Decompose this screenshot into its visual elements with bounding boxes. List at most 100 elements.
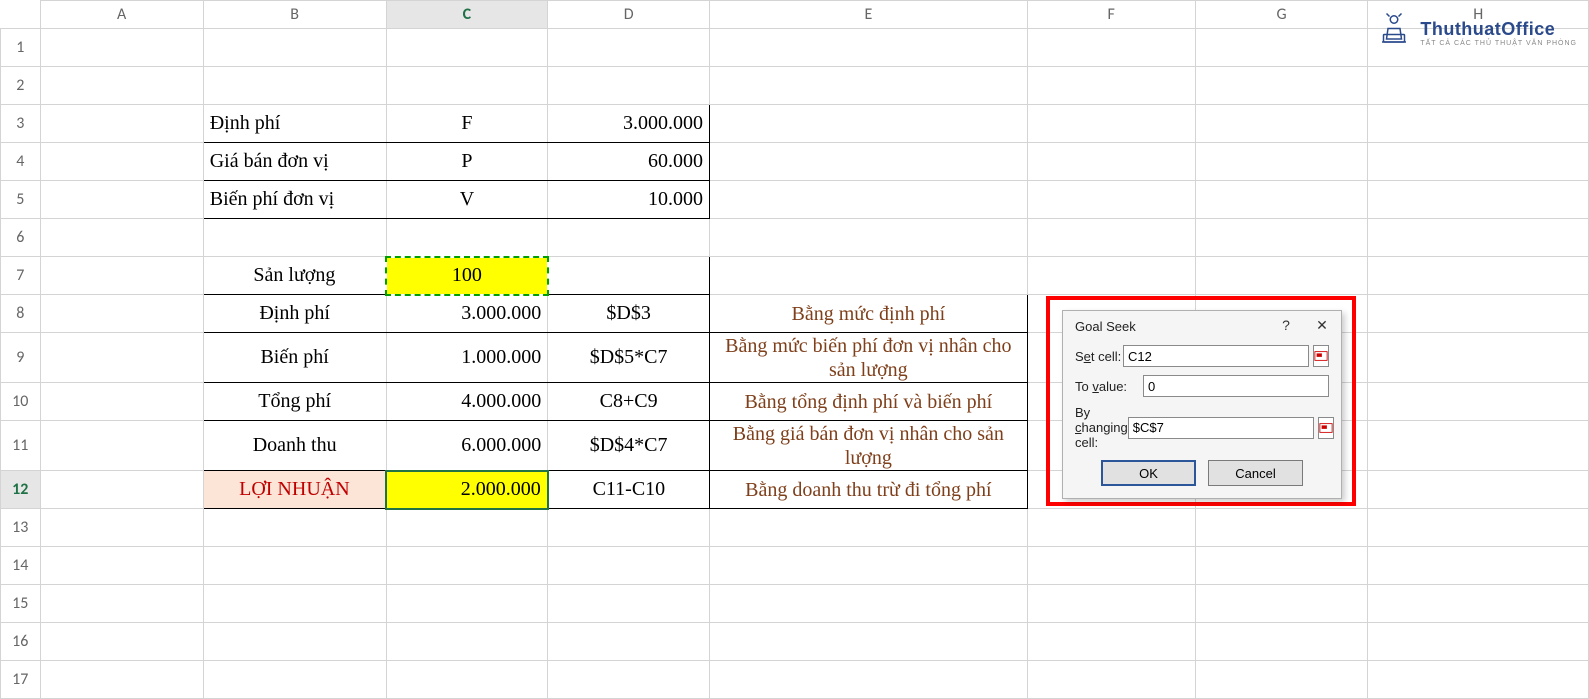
row-header[interactable]: 16 xyxy=(1,623,41,661)
cell[interactable] xyxy=(1368,333,1589,383)
cell[interactable] xyxy=(386,29,548,67)
cell[interactable] xyxy=(548,29,710,67)
cell[interactable] xyxy=(709,67,1027,105)
cell-note[interactable]: Bằng mức biến phí đơn vị nhân cho sản lư… xyxy=(709,333,1027,383)
row-header[interactable]: 10 xyxy=(1,383,41,421)
row-header[interactable]: 13 xyxy=(1,509,41,547)
cell[interactable] xyxy=(386,509,548,547)
cell[interactable] xyxy=(1027,29,1195,67)
select-all-corner[interactable] xyxy=(1,1,41,29)
cell[interactable] xyxy=(386,547,548,585)
cell-note[interactable]: Bằng giá bán đơn vị nhân cho sản lượng xyxy=(709,421,1027,471)
cell[interactable] xyxy=(203,661,386,699)
cell-param-val[interactable]: 60.000 xyxy=(548,143,710,181)
cell[interactable] xyxy=(709,219,1027,257)
cell[interactable] xyxy=(1368,471,1589,509)
cell[interactable] xyxy=(40,295,203,333)
cell[interactable] xyxy=(40,383,203,421)
cell[interactable] xyxy=(1368,509,1589,547)
cell-formula[interactable]: $D$3 xyxy=(548,295,710,333)
cell-value[interactable]: 3.000.000 xyxy=(386,295,548,333)
row-header-active[interactable]: 12 xyxy=(1,471,41,509)
cell[interactable] xyxy=(1368,421,1589,471)
cell-param-val[interactable]: 10.000 xyxy=(548,181,710,219)
cell[interactable] xyxy=(548,547,710,585)
cell-param-label[interactable]: Biến phí đơn vị xyxy=(203,181,386,219)
cell[interactable] xyxy=(203,509,386,547)
cancel-button[interactable]: Cancel xyxy=(1208,460,1303,486)
close-button[interactable]: ✕ xyxy=(1313,317,1331,335)
cell[interactable] xyxy=(1368,257,1589,295)
cell[interactable] xyxy=(40,257,203,295)
cell[interactable] xyxy=(1195,29,1368,67)
cell[interactable] xyxy=(1195,105,1368,143)
cell-formula[interactable]: $D$5*C7 xyxy=(548,333,710,383)
row-header[interactable]: 3 xyxy=(1,105,41,143)
cell-param-sym[interactable]: F xyxy=(386,105,548,143)
cell-note[interactable]: Bằng mức định phí xyxy=(709,295,1027,333)
cell[interactable] xyxy=(1195,509,1368,547)
cell[interactable] xyxy=(386,219,548,257)
by-changing-input[interactable] xyxy=(1128,417,1314,439)
cell-section-label[interactable]: Doanh thu xyxy=(203,421,386,471)
cell[interactable] xyxy=(203,219,386,257)
cell[interactable] xyxy=(40,471,203,509)
cell-param-sym[interactable]: P xyxy=(386,143,548,181)
cell[interactable] xyxy=(709,547,1027,585)
cell[interactable] xyxy=(1195,219,1368,257)
cell[interactable] xyxy=(1368,67,1589,105)
cell[interactable] xyxy=(1368,383,1589,421)
row-header[interactable]: 9 xyxy=(1,333,41,383)
cell-param-val[interactable]: 3.000.000 xyxy=(548,105,710,143)
ok-button[interactable]: OK xyxy=(1101,460,1196,486)
cell-note[interactable]: Bằng doanh thu trừ đi tổng phí xyxy=(709,471,1027,509)
cell[interactable] xyxy=(40,67,203,105)
cell[interactable] xyxy=(1368,219,1589,257)
set-cell-input[interactable] xyxy=(1123,345,1309,367)
cell[interactable] xyxy=(709,623,1027,661)
cell[interactable] xyxy=(1195,547,1368,585)
cell[interactable] xyxy=(40,29,203,67)
cell-c7-marching[interactable]: 100 xyxy=(386,257,548,295)
cell[interactable] xyxy=(1195,623,1368,661)
cell[interactable] xyxy=(1368,143,1589,181)
cell[interactable] xyxy=(1368,105,1589,143)
col-header[interactable]: G xyxy=(1195,1,1368,29)
cell[interactable] xyxy=(1195,585,1368,623)
row-header[interactable]: 15 xyxy=(1,585,41,623)
cell[interactable] xyxy=(386,623,548,661)
cell[interactable] xyxy=(40,623,203,661)
cell-section-label[interactable]: Biến phí xyxy=(203,333,386,383)
cell[interactable] xyxy=(709,181,1027,219)
cell[interactable] xyxy=(1195,143,1368,181)
cell-formula[interactable]: C11-C10 xyxy=(548,471,710,509)
row-header[interactable]: 17 xyxy=(1,661,41,699)
cell-section-label[interactable]: Tổng phí xyxy=(203,383,386,421)
cell[interactable] xyxy=(548,509,710,547)
cell[interactable] xyxy=(709,257,1027,295)
cell-formula[interactable]: $D$4*C7 xyxy=(548,421,710,471)
row-header[interactable]: 14 xyxy=(1,547,41,585)
cell-c12-selected[interactable]: 2.000.000 xyxy=(386,471,548,509)
cell[interactable] xyxy=(40,547,203,585)
col-header[interactable]: D xyxy=(548,1,710,29)
cell[interactable] xyxy=(548,661,710,699)
cell[interactable] xyxy=(40,105,203,143)
row-header[interactable]: 1 xyxy=(1,29,41,67)
cell[interactable] xyxy=(40,219,203,257)
cell[interactable] xyxy=(1368,585,1589,623)
col-header[interactable]: B xyxy=(203,1,386,29)
col-header[interactable]: A xyxy=(40,1,203,29)
cell[interactable] xyxy=(1027,623,1195,661)
to-value-input[interactable] xyxy=(1143,375,1329,397)
cell-param-label[interactable]: Giá bán đơn vị xyxy=(203,143,386,181)
cell-value[interactable]: 4.000.000 xyxy=(386,383,548,421)
cell[interactable] xyxy=(1027,143,1195,181)
cell[interactable] xyxy=(386,661,548,699)
cell[interactable] xyxy=(1195,661,1368,699)
cell[interactable] xyxy=(1027,219,1195,257)
cell-value[interactable]: 1.000.000 xyxy=(386,333,548,383)
cell[interactable] xyxy=(40,585,203,623)
cell-note[interactable]: Bằng tổng định phí và biến phí xyxy=(709,383,1027,421)
cell[interactable] xyxy=(1195,67,1368,105)
